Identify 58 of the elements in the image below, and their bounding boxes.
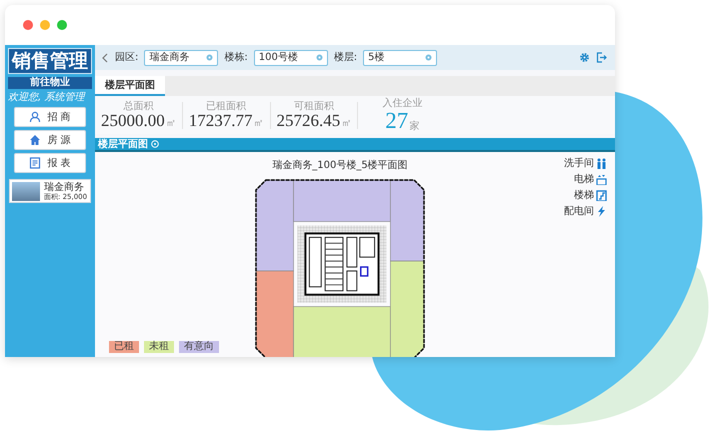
- stat-value: 25726.45: [276, 112, 340, 128]
- floor-room[interactable]: [256, 180, 294, 272]
- stat-label: 入住企业: [382, 98, 422, 108]
- filter-label: 楼栋:: [224, 50, 248, 65]
- person-icon: [29, 111, 42, 123]
- lightning-icon: [596, 206, 607, 217]
- window-control-dot[interactable]: [57, 20, 67, 30]
- stat-value: 27: [385, 108, 408, 132]
- select-field[interactable]: 100号楼: [254, 50, 328, 66]
- stat-value: 25000.00: [101, 112, 165, 128]
- house-icon: [29, 134, 42, 146]
- project-name: 瑞金商务: [44, 182, 85, 192]
- tab[interactable]: 楼层平面图: [95, 76, 165, 96]
- nav-button[interactable]: 招 商: [14, 107, 86, 127]
- stat-unit: 家: [409, 122, 420, 132]
- select-field[interactable]: 瑞金商务: [144, 50, 218, 66]
- stat-label: 总面积: [123, 102, 154, 112]
- help-icon[interactable]: [151, 140, 159, 148]
- stat-label: 可租面积: [294, 102, 334, 112]
- stat-value: 17237.77: [188, 112, 252, 128]
- dropdown-icon: [316, 54, 323, 61]
- document-icon: [29, 157, 42, 169]
- section-title: 楼层平面图: [98, 138, 148, 152]
- stat-unit: ㎡: [341, 118, 352, 128]
- floor-room[interactable]: [293, 180, 391, 222]
- nav-button[interactable]: 房 源: [14, 130, 86, 150]
- select-field[interactable]: 5楼: [363, 50, 438, 66]
- stairs-icon: [596, 190, 607, 201]
- dropdown-icon: [425, 54, 432, 61]
- filter-label: 楼层:: [334, 50, 358, 65]
- facility-label: 楼梯: [574, 188, 594, 203]
- app-title: 销售管理: [8, 48, 92, 74]
- stat-label: 已租面积: [206, 102, 246, 112]
- dropdown-icon: [206, 54, 214, 61]
- floor-room[interactable]: [256, 270, 294, 357]
- welcome-text: 欢迎您, 系统管理: [7, 92, 84, 104]
- settings-icon[interactable]: [579, 52, 590, 63]
- restroom-icon: [596, 158, 607, 169]
- floor-room[interactable]: [390, 180, 424, 262]
- facility-label: 配电间: [564, 204, 594, 219]
- back-icon[interactable]: [101, 52, 109, 62]
- plan-title: 瑞金商务_100号楼_5楼平面图: [272, 158, 408, 173]
- legend-tag: 已租: [109, 341, 139, 353]
- legend-tag: 未租: [144, 341, 174, 353]
- property-link[interactable]: 前往物业: [8, 77, 92, 89]
- legend-tag: 有意向: [179, 341, 219, 353]
- stat-unit: ㎡: [254, 118, 264, 128]
- filter-label: 园区:: [115, 51, 138, 65]
- window-control-dot[interactable]: [40, 20, 50, 30]
- stat-unit: ㎡: [166, 118, 176, 128]
- nav-button[interactable]: 报 表: [14, 153, 86, 173]
- photo-placeholder: [12, 182, 40, 200]
- facility-label: 电梯: [574, 172, 594, 187]
- floor-room[interactable]: [390, 260, 424, 357]
- facility-label: 洗手间: [564, 156, 594, 171]
- window-control-dot[interactable]: [23, 20, 33, 30]
- logout-icon[interactable]: [596, 52, 607, 63]
- elevator-icon: [596, 174, 607, 185]
